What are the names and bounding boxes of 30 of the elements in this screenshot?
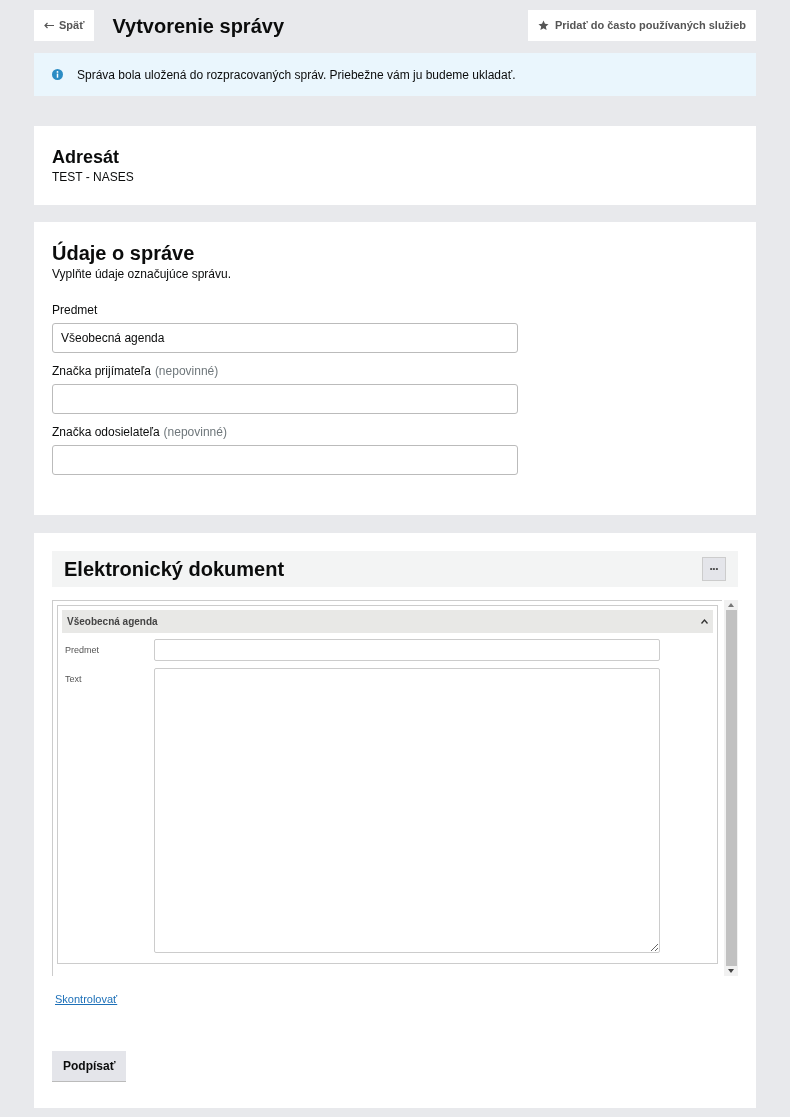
section-heading: Adresát: [52, 146, 121, 168]
scrollbar[interactable]: [724, 600, 738, 976]
optional-hint: (nepovinné): [154, 363, 219, 380]
info-message: Správa bola uložená do rozpracovaných správ. Priebežne vám ju budeme ukladať.: [77, 66, 516, 84]
field-label: Značka odosielateľa: [52, 424, 160, 441]
more-button[interactable]: •••: [702, 557, 726, 581]
favorite-button[interactable]: Pridať do často používaných služieb: [527, 10, 756, 41]
star-icon: [537, 20, 549, 31]
recipient-name: TEST - NASES: [52, 169, 135, 186]
field-label: Značka prijímateľa: [52, 363, 151, 380]
text-field[interactable]: [52, 445, 518, 475]
info-icon: [52, 69, 63, 80]
optional-hint: (nepovinné): [163, 424, 227, 441]
section-heading: Elektronický dokument: [64, 557, 285, 582]
caret-icon[interactable]: [701, 619, 708, 624]
page-title: Vytvorenie správy: [112, 13, 285, 39]
back-button[interactable]: Späť: [34, 10, 95, 41]
form-label: Predmet: [64, 644, 100, 656]
input-field[interactable]: [154, 639, 660, 661]
text-field[interactable]: Všeobecná agenda: [52, 323, 518, 353]
section-description: Vyplňte údaje označujúce správu.: [52, 266, 232, 283]
arrow-left-icon: [44, 22, 55, 29]
check-link[interactable]: Skontrolovať: [55, 991, 118, 1008]
field-label: Predmet: [52, 302, 98, 319]
section-heading: Údaje o správe: [52, 241, 196, 265]
text-area[interactable]: [154, 668, 660, 953]
form-section-title: Všeobecná agenda: [67, 615, 158, 629]
sign-button[interactable]: Podpísať: [52, 1051, 127, 1082]
text-field[interactable]: [52, 384, 518, 414]
form-label: Text: [64, 673, 83, 685]
